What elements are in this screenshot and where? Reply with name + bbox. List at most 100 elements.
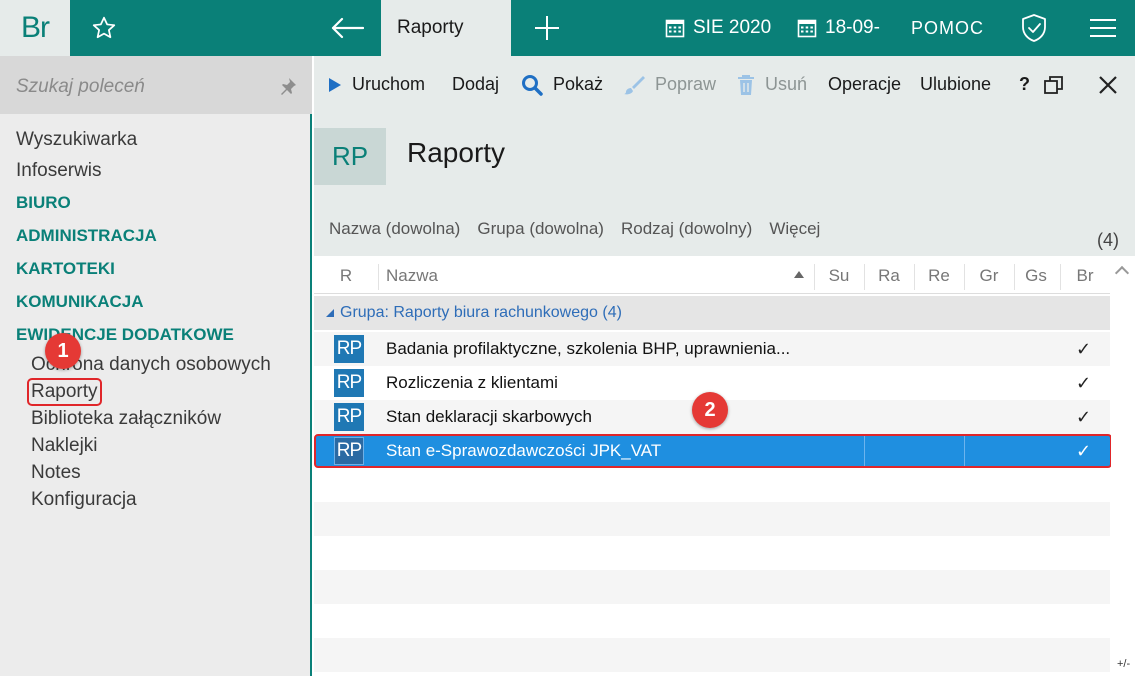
delete-label: Usuń	[765, 74, 808, 94]
calendar-icon	[665, 19, 685, 38]
main-content: Uruchom Dodaj Pokaż Popraw Usuń Operacje…	[314, 56, 1135, 676]
tab-raporty[interactable]: Raporty	[381, 0, 511, 56]
column-su[interactable]: Su	[814, 258, 864, 294]
empty-row	[314, 638, 1110, 672]
vertical-scrollbar[interactable]	[1111, 258, 1135, 676]
play-icon	[329, 77, 341, 92]
row-name: Stan deklaracji skarbowych	[386, 407, 592, 426]
column-gr[interactable]: Gr	[964, 258, 1014, 294]
group-label: Grupa	[340, 304, 385, 321]
filter-kind[interactable]: Rodzaj (dowolny)	[621, 219, 752, 239]
back-arrow-icon[interactable]	[314, 0, 380, 56]
column-br[interactable]: Br	[1060, 258, 1110, 294]
command-search-bar	[0, 56, 312, 114]
group-header[interactable]: Grupa: Raporty biura rachunkowego (4)	[314, 296, 1110, 330]
app-logo[interactable]: Br	[0, 0, 70, 56]
row-name: Badania profilaktyczne, szkolenia BHP, u…	[386, 339, 791, 358]
report-icon: RP	[334, 437, 364, 465]
new-tab-plus-icon[interactable]	[512, 0, 582, 56]
report-icon: RP	[334, 369, 364, 397]
nav-subitem-naklejki[interactable]: Naklejki	[16, 432, 271, 459]
period-selector[interactable]: SIE 2020	[665, 0, 771, 56]
module-badge: RP	[314, 128, 386, 185]
sort-ascending-icon	[794, 271, 804, 278]
checkmark-icon: ✓	[1076, 407, 1092, 427]
empty-row	[314, 604, 1110, 638]
restore-window-icon[interactable]	[1043, 56, 1065, 113]
search-icon	[522, 74, 543, 96]
table-row[interactable]: RP Badania profilaktyczne, szkolenia BHP…	[314, 332, 1110, 366]
page-title: Raporty	[407, 137, 506, 168]
period-value: SIE 2020	[693, 17, 772, 38]
report-icon: RP	[334, 335, 364, 363]
filter-bar: Nazwa (dowolna) Grupa (dowolna) Rodzaj (…	[329, 219, 820, 239]
nav-subitem-konfiguracja[interactable]: Konfiguracja	[16, 486, 271, 513]
report-icon: RP	[334, 403, 364, 431]
column-re[interactable]: Re	[914, 258, 964, 294]
checkmark-icon: ✓	[1076, 373, 1092, 393]
favorite-star-icon[interactable]	[70, 0, 138, 56]
expand-collapse-toggle[interactable]: +/-	[1117, 658, 1130, 670]
date-value: 18-09-	[825, 17, 880, 38]
filter-group[interactable]: Grupa (dowolna)	[477, 219, 604, 239]
security-shield-icon[interactable]	[1012, 0, 1056, 56]
navigation-tree: Wyszukiwarka Infoserwis BIURO ADMINISTRA…	[16, 124, 271, 513]
run-label: Uruchom	[352, 74, 426, 94]
group-name: : Raporty biura rachunkowego (4)	[384, 304, 622, 321]
column-r[interactable]: R	[314, 258, 378, 294]
action-toolbar: Uruchom Dodaj Pokaż Popraw Usuń Operacje…	[314, 56, 1135, 113]
nav-section-komunikacja[interactable]: KOMUNIKACJA	[16, 285, 271, 318]
checkmark-icon: ✓	[1076, 441, 1092, 461]
nav-section-biuro[interactable]: BIURO	[16, 186, 271, 219]
brush-icon	[624, 75, 645, 94]
scroll-up-icon[interactable]	[1114, 265, 1130, 281]
table-row-selected[interactable]: RP Stan e-Sprawozdawczości JPK_VAT ✓	[314, 434, 1112, 468]
empty-row	[314, 502, 1110, 536]
edit-button[interactable]: Popraw	[623, 56, 716, 113]
navigation-panel: Wyszukiwarka Infoserwis BIURO ADMINISTRA…	[0, 56, 312, 676]
row-name: Rozliczenia z klientami	[386, 373, 558, 392]
nav-section-administracja[interactable]: ADMINISTRACJA	[16, 219, 271, 252]
close-icon[interactable]	[1098, 56, 1118, 113]
nav-subitem-notes[interactable]: Notes	[16, 459, 271, 486]
empty-row	[314, 536, 1110, 570]
empty-row	[314, 468, 1110, 502]
nav-section-kartoteki[interactable]: KARTOTEKI	[16, 252, 271, 285]
nav-item-wyszukiwarka[interactable]: Wyszukiwarka	[16, 124, 271, 155]
nav-subitem-raporty[interactable]: Raporty	[16, 378, 271, 406]
command-search-input[interactable]	[16, 73, 266, 101]
page-header: RP Raporty Nazwa (dowolna) Grupa (dowoln…	[314, 113, 1135, 256]
nav-subitem-raporty-label: Raporty	[27, 378, 102, 406]
operations-menu[interactable]: Operacje	[828, 56, 901, 113]
callout-badge-1: 1	[45, 333, 81, 369]
run-button[interactable]: Uruchom	[328, 56, 425, 113]
row-name: Stan e-Sprawozdawczości JPK_VAT	[386, 441, 662, 460]
cell-divider	[864, 436, 865, 466]
checkmark-icon: ✓	[1076, 339, 1092, 359]
date-selector[interactable]: 18-09-	[797, 0, 880, 56]
column-gs[interactable]: Gs	[1014, 258, 1058, 294]
show-label: Pokaż	[553, 74, 604, 94]
collapse-triangle-icon[interactable]	[326, 309, 334, 317]
add-button[interactable]: Dodaj	[452, 56, 499, 113]
show-button[interactable]: Pokaż	[521, 56, 603, 113]
trash-icon	[738, 74, 754, 95]
help-button[interactable]: ?	[1019, 56, 1030, 113]
column-ra[interactable]: Ra	[864, 258, 914, 294]
callout-badge-2: 2	[692, 392, 728, 428]
column-nazwa[interactable]: Nazwa	[378, 258, 814, 294]
delete-button[interactable]: Usuń	[737, 56, 807, 113]
nav-subitem-biblioteka[interactable]: Biblioteka załączników	[16, 405, 271, 432]
calendar-icon	[797, 19, 817, 38]
hamburger-menu-icon[interactable]	[1078, 0, 1128, 56]
empty-row	[314, 570, 1110, 604]
nav-item-infoserwis[interactable]: Infoserwis	[16, 155, 271, 186]
help-link[interactable]: POMOC	[911, 0, 984, 56]
top-bar: Br Raporty SIE 2020 18-09- POMOC	[0, 0, 1135, 56]
record-count: (4)	[1097, 230, 1119, 250]
cell-divider	[964, 436, 965, 466]
pin-icon[interactable]	[278, 76, 298, 96]
favorites-menu[interactable]: Ulubione	[920, 56, 991, 113]
filter-name[interactable]: Nazwa (dowolna)	[329, 219, 460, 239]
filter-more[interactable]: Więcej	[769, 219, 820, 239]
